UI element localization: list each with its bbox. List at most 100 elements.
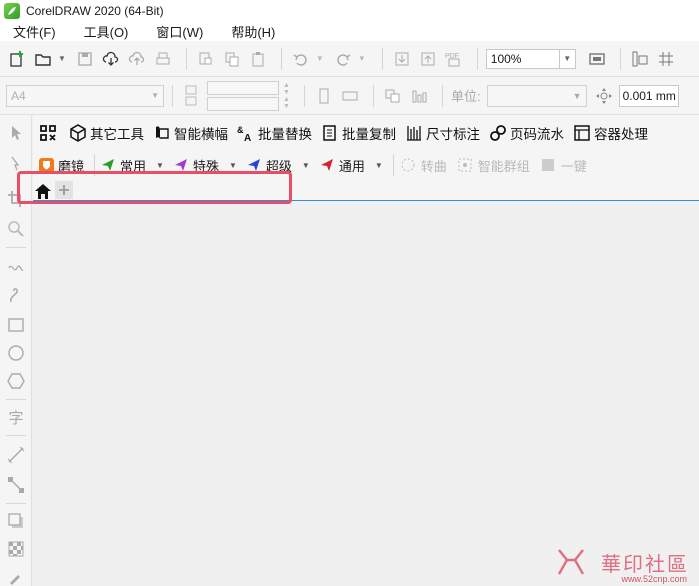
- batch-replace-button[interactable]: & A 批量替换: [237, 123, 312, 143]
- artistic-media-tool-icon[interactable]: [6, 285, 26, 305]
- redo-dropdown-icon[interactable]: ▼: [358, 54, 366, 63]
- container-window-icon: [573, 124, 591, 142]
- menu-file[interactable]: 文件(F): [6, 22, 63, 41]
- connector-tool-icon[interactable]: [6, 475, 26, 495]
- dimension-mark-button[interactable]: 尺寸标注: [405, 123, 480, 143]
- all-pages-icon[interactable]: [382, 85, 404, 107]
- full-screen-preview-icon[interactable]: [586, 48, 608, 70]
- height-spin-down-icon[interactable]: ▼: [283, 103, 290, 110]
- freehand-tool-icon[interactable]: [6, 255, 26, 275]
- width-spin-down-icon[interactable]: ▼: [283, 89, 290, 96]
- text-tool-icon[interactable]: 字: [6, 407, 26, 427]
- export-icon[interactable]: [417, 48, 439, 70]
- page-dimensions-icon: [181, 85, 203, 107]
- units-label: 单位:: [450, 89, 481, 104]
- pick-tool-icon[interactable]: [6, 123, 26, 143]
- smart-group-button[interactable]: 智能群组: [457, 156, 530, 175]
- watermark-logo-icon: [557, 549, 585, 575]
- one-click-icon: [541, 159, 554, 171]
- ruler-icon: [405, 124, 423, 142]
- convert-curve-icon: [401, 158, 415, 172]
- print-icon[interactable]: [152, 48, 174, 70]
- units-select[interactable]: ▼: [486, 84, 587, 107]
- window-title: CorelDRAW 2020 (64-Bit): [26, 3, 164, 18]
- special-dropdown-icon: ▼: [228, 160, 237, 170]
- general-dropdown-icon: ▼: [374, 160, 383, 170]
- copy-icon[interactable]: [221, 48, 243, 70]
- link-chain-icon: [489, 124, 507, 142]
- paste-icon[interactable]: [247, 48, 269, 70]
- width-spin-up-icon[interactable]: ▲: [283, 82, 290, 89]
- cut-icon[interactable]: [195, 48, 217, 70]
- plugin-logo-button[interactable]: [39, 124, 60, 142]
- container-process-button[interactable]: 容器处理: [573, 123, 648, 143]
- landscape-icon[interactable]: [339, 85, 361, 107]
- menu-window[interactable]: 窗口(W): [149, 22, 210, 41]
- zoom-dropdown-icon[interactable]: ▼: [559, 48, 576, 69]
- zoom-level-input[interactable]: 100%: [485, 48, 560, 69]
- grid-icon[interactable]: [655, 48, 677, 70]
- other-tools-label: 其它工具: [90, 127, 144, 142]
- green-paper-plane-icon: [102, 159, 115, 171]
- toolbar-separator: [172, 84, 173, 107]
- batch-copy-label: 批量复制: [342, 127, 396, 142]
- drop-shadow-tool-icon[interactable]: [6, 511, 26, 531]
- convert-to-curves-button[interactable]: 转曲: [400, 156, 447, 175]
- ellipse-tool-icon[interactable]: [6, 343, 26, 363]
- common-dropdown-icon: ▼: [156, 160, 164, 170]
- parallel-dimension-tool-icon[interactable]: [6, 445, 26, 465]
- menu-help[interactable]: 帮助(H): [224, 22, 282, 41]
- toolbar-separator: [185, 47, 187, 70]
- height-spin-up-icon[interactable]: ▲: [283, 96, 290, 103]
- redo-icon[interactable]: [332, 48, 354, 70]
- batch-copy-button[interactable]: 批量复制: [321, 123, 396, 143]
- smart-banner-button[interactable]: 智能横幅: [153, 123, 228, 143]
- undo-dropdown-icon[interactable]: ▼: [316, 54, 324, 63]
- convert-to-curves-label: 转曲: [420, 158, 447, 174]
- standard-toolbar: ▼ ▼ ▼ PDF 100% ▼: [0, 41, 699, 77]
- watermark: 華印社區 www.52cnp.com: [555, 544, 695, 584]
- current-page-icon[interactable]: [408, 85, 430, 107]
- page-numbering-button[interactable]: 页码流水: [489, 123, 564, 143]
- toolbar-separator: [392, 154, 394, 176]
- toolbar-separator: [441, 84, 443, 107]
- pdf-export-icon[interactable]: PDF: [443, 48, 465, 70]
- cloud-download-icon[interactable]: [100, 48, 122, 70]
- menu-bar: 文件(F) 工具(O) 窗口(W) 帮助(H): [0, 21, 699, 41]
- zoom-tool-icon[interactable]: [6, 219, 26, 239]
- rulers-icon[interactable]: [629, 48, 651, 70]
- page-width-input[interactable]: [207, 80, 279, 95]
- toolbar-separator: [476, 47, 478, 70]
- eyedropper-tool-icon[interactable]: [6, 567, 26, 586]
- transparency-tool-icon[interactable]: [6, 539, 26, 559]
- units-dropdown-icon: ▼: [572, 90, 582, 101]
- nudge-distance-input[interactable]: 0.001 mm: [618, 84, 679, 107]
- property-bar: A4 ▼ ▲ ▼ ▲ ▼ 单位: ▼ 0.001 mm: [0, 77, 699, 115]
- save-icon[interactable]: [74, 48, 96, 70]
- page-size-select[interactable]: A4 ▼: [6, 84, 164, 107]
- shape-tool-icon[interactable]: [6, 153, 26, 173]
- toolbox-separator: [6, 399, 26, 400]
- undo-icon[interactable]: [290, 48, 312, 70]
- page-height-input[interactable]: [207, 96, 279, 111]
- general-group-button[interactable]: 通用 ▼: [320, 156, 383, 175]
- container-process-label: 容器处理: [594, 127, 648, 142]
- replace-text-icon: & A: [237, 124, 255, 142]
- polygon-tool-icon[interactable]: [6, 371, 26, 391]
- import-icon[interactable]: [391, 48, 413, 70]
- open-folder-icon[interactable]: [32, 48, 54, 70]
- portrait-icon[interactable]: [313, 85, 335, 107]
- menu-tools[interactable]: 工具(O): [77, 22, 136, 41]
- title-bar: CorelDRAW 2020 (64-Bit): [0, 0, 699, 21]
- cloud-upload-icon[interactable]: [126, 48, 148, 70]
- new-document-icon[interactable]: [6, 48, 28, 70]
- one-click-button[interactable]: 一键: [540, 156, 587, 175]
- workspace-canvas[interactable]: [33, 202, 699, 586]
- other-tools-button[interactable]: 其它工具: [69, 123, 144, 143]
- rectangle-tool-icon[interactable]: [6, 315, 26, 335]
- smart-banner-label: 智能横幅: [174, 127, 228, 142]
- toolbox-separator: [6, 435, 26, 436]
- coreldraw-logo-icon: [4, 2, 20, 19]
- watermark-text: 華印社區: [601, 552, 689, 576]
- open-dropdown-icon[interactable]: ▼: [58, 54, 66, 63]
